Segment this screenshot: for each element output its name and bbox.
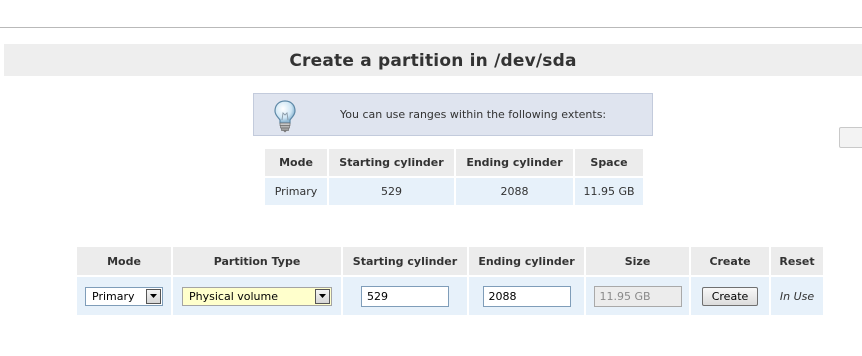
mode-select-value: Primary [92,289,135,303]
column-header-starting-cylinder: Starting cylinder [343,247,467,275]
table-row: Primary 529 2088 11.95 GB [265,178,643,205]
partition-type-select-value: Physical volume [189,289,278,303]
create-header-row: Mode Partition Type Starting cylinder En… [77,247,823,275]
create-button[interactable]: Create [701,286,759,306]
page-title: Create a partition in /dev/sda [289,51,577,71]
column-header-ending-cylinder: Ending cylinder [456,149,573,176]
cell-starting-cylinder: 529 [329,178,454,205]
cell-size [586,277,689,315]
table-row: Primary Physical volume Create [77,277,823,315]
side-tab[interactable] [839,127,862,148]
column-header-size: Size [586,247,689,275]
cell-reset: In Use [771,277,823,315]
starting-cylinder-input[interactable] [361,285,449,307]
column-header-space: Space [575,149,643,176]
column-header-starting-cylinder: Starting cylinder [329,149,454,176]
column-header-create: Create [691,247,769,275]
column-header-reset: Reset [771,247,823,275]
cell-mode: Primary [77,277,171,315]
info-box: You can use ranges within the following … [253,93,653,136]
cell-space: 11.95 GB [575,178,643,205]
column-header-ending-cylinder: Ending cylinder [469,247,584,275]
chevron-down-icon[interactable] [315,288,330,304]
reset-status: In Use [779,289,815,303]
column-header-mode: Mode [265,149,327,176]
cell-ending-cylinder [469,277,584,315]
cell-ending-cylinder: 2088 [456,178,573,205]
title-bar: Create a partition in /dev/sda [4,44,862,76]
mode-select[interactable]: Primary [85,286,163,306]
column-header-partition-type: Partition Type [173,247,341,275]
cell-mode: Primary [265,178,327,205]
size-input [593,285,682,307]
chevron-down-icon[interactable] [146,288,161,304]
cell-partition-type: Physical volume [173,277,341,315]
top-divider [0,27,862,28]
ending-cylinder-input[interactable] [482,285,571,307]
create-partition-table: Mode Partition Type Starting cylinder En… [75,245,825,317]
info-message: You can use ranges within the following … [340,108,607,121]
extents-header-row: Mode Starting cylinder Ending cylinder S… [265,149,643,176]
column-header-mode: Mode [77,247,171,275]
cell-starting-cylinder [343,277,467,315]
partition-type-select[interactable]: Physical volume [182,286,332,306]
lightbulb-icon [273,99,297,136]
cell-create: Create [691,277,769,315]
extents-table: Mode Starting cylinder Ending cylinder S… [263,147,645,207]
